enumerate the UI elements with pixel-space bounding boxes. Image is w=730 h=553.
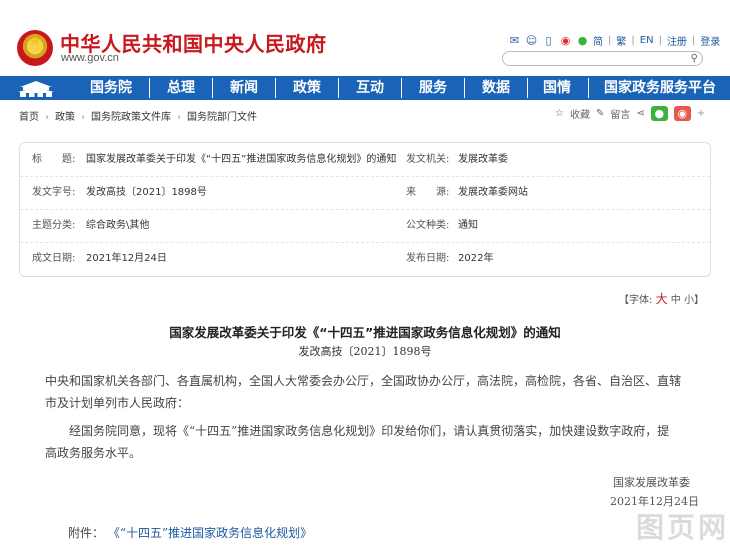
nav-item-policy[interactable]: 政策 <box>276 76 338 100</box>
attachment-line: 附件： 《“十四五”推进国家政务信息化规划》 <box>68 524 312 541</box>
link-english[interactable]: EN <box>640 35 654 46</box>
type-value: 通知 <box>458 220 478 231</box>
chevron-right-icon: › <box>81 112 85 123</box>
article-signer: 国家发展改革委 <box>613 476 690 489</box>
page-tools: ☆ 收藏 ✎ 留言 ⋖ ● ◉ + <box>555 106 705 121</box>
weibo-icon[interactable]: ◉ <box>559 35 572 46</box>
chevron-right-icon: › <box>177 112 181 123</box>
nav-item-state-council[interactable]: 国务院 <box>80 76 142 100</box>
nav-item-service-platform[interactable]: 国家政务服务平台 <box>592 76 728 100</box>
site-url: www.gov.cn <box>61 52 119 64</box>
star-icon[interactable]: ☆ <box>555 108 564 119</box>
nav-item-services[interactable]: 服务 <box>402 76 464 100</box>
nav-item-national-info[interactable]: 国情 <box>528 76 586 100</box>
article-doc-number: 发改高技〔2021〕1898号 <box>298 345 432 358</box>
info-row: 成文日期: 2021年12月24日 发布日期: 2022年 <box>20 242 710 275</box>
plus-icon[interactable]: + <box>697 108 705 119</box>
topic-value: 综合政务\其他 <box>86 220 150 231</box>
docno-label: 发文字号: <box>32 187 76 198</box>
paragraph-line: 经国务院同意，现将《“十四五”推进国家政务信息化规划》印发给你们，请认真贯彻落实… <box>45 424 670 438</box>
search-icon[interactable]: ⚲ <box>691 52 698 65</box>
link-register[interactable]: 注册 <box>667 33 687 48</box>
info-row: 主题分类: 综合政务\其他 公文种类: 通知 <box>20 209 710 243</box>
nav-item-premier[interactable]: 总理 <box>150 76 212 100</box>
link-login[interactable]: 登录 <box>700 33 720 48</box>
site-header: 中华人民共和国中央人民政府 www.gov.cn ✉ ☺ ▯ ◉ ● 简 | 繁… <box>0 0 730 76</box>
issuer-label: 发文机关: <box>406 154 450 165</box>
divider: | <box>631 35 635 46</box>
breadcrumb-policy-library[interactable]: 国务院政策文件库 <box>91 112 171 123</box>
paragraph-line: 高政务服务水平。 <box>45 446 142 460</box>
breadcrumb-department-docs[interactable]: 国务院部门文件 <box>187 112 257 123</box>
published-date-value: 2022年 <box>458 253 494 264</box>
document-info-table: 标 题: 国家发展改革委关于印发《“十四五”推进国家政务信息化规划》的通知 发文… <box>19 142 711 277</box>
nav-item-news[interactable]: 新闻 <box>213 76 275 100</box>
chevron-right-icon: › <box>45 112 49 123</box>
breadcrumb-home[interactable]: 首页 <box>19 112 39 123</box>
top-links: ✉ ☺ ▯ ◉ ● 简 | 繁 | EN | 注册 | 登录 <box>508 33 720 48</box>
title-value: 国家发展改革委关于印发《“十四五”推进国家政务信息化规划》的通知 <box>86 154 397 165</box>
collect-link[interactable]: 收藏 <box>570 106 590 121</box>
issuer-value: 发展改革委 <box>458 154 508 165</box>
article-paragraph-1: 中央和国家机关各部门、各直属机构，全国人大常委会办公厅，全国政协办公厅，高法院，… <box>45 370 695 414</box>
main-nav: 国务院 总理 新闻 政策 互动 服务 数据 国情 国家政务服务平台 <box>0 76 730 100</box>
paragraph-line: 中央和国家机关各部门、各直属机构，全国人大常委会办公厅，全国政协办公厅，高法院，… <box>45 374 682 388</box>
written-date-value: 2021年12月24日 <box>86 253 167 264</box>
nav-item-interaction[interactable]: 互动 <box>339 76 401 100</box>
docno-value: 发改高技〔2021〕1898号 <box>86 187 207 198</box>
topic-label: 主题分类: <box>32 220 76 231</box>
type-label: 公文种类: <box>406 220 450 231</box>
pencil-icon[interactable]: ✎ <box>596 108 604 119</box>
published-date-label: 发布日期: <box>406 253 450 264</box>
nav-item-data[interactable]: 数据 <box>465 76 527 100</box>
paragraph-line: 市及计划单列市人民政府： <box>45 396 190 410</box>
link-simplified[interactable]: 简 <box>593 33 603 48</box>
watermark: 图页网 <box>636 511 730 544</box>
info-row: 发文字号: 发改高技〔2021〕1898号 来 源: 发展改革委网站 <box>20 176 710 210</box>
title-label: 标 题: <box>32 154 76 165</box>
font-size-large[interactable]: 大 <box>656 292 668 306</box>
breadcrumb-policy[interactable]: 政策 <box>55 112 75 123</box>
search-input[interactable]: ⚲ <box>502 51 703 66</box>
mail-icon[interactable]: ✉ <box>508 35 521 46</box>
written-date-label: 成文日期: <box>32 253 76 264</box>
font-size-prefix: 【字体: <box>619 295 653 306</box>
font-size-control: 【字体: 大 中 小】 <box>619 290 704 307</box>
wechat-share-icon[interactable]: ● <box>650 106 668 121</box>
source-value: 发展改革委网站 <box>458 187 528 198</box>
info-row: 标 题: 国家发展改革委关于印发《“十四五”推进国家政务信息化规划》的通知 发文… <box>20 143 710 177</box>
article-title: 国家发展改革委关于印发《“十四五”推进国家政务信息化规划》的通知 <box>169 325 561 340</box>
divider: | <box>608 35 612 46</box>
source-label: 来 源: <box>406 187 450 198</box>
font-size-medium[interactable]: 中 <box>671 295 681 306</box>
national-emblem-icon[interactable] <box>17 30 53 66</box>
link-traditional[interactable]: 繁 <box>616 33 626 48</box>
comment-link[interactable]: 留言 <box>610 106 630 121</box>
weibo-share-icon[interactable]: ◉ <box>673 106 691 121</box>
divider: | <box>691 35 696 46</box>
person-icon[interactable]: ☺ <box>525 35 538 46</box>
divider: | <box>658 35 662 46</box>
attachment-label: 附件： <box>68 526 105 540</box>
article-paragraph-2: 经国务院同意，现将《“十四五”推进国家政务信息化规划》印发给你们，请认真贯彻落实… <box>45 420 695 464</box>
wechat-icon[interactable]: ● <box>576 35 589 46</box>
breadcrumb: 首页 › 政策 › 国务院政策文件库 › 国务院部门文件 <box>19 108 257 123</box>
share-icon[interactable]: ⋖ <box>636 108 644 119</box>
font-size-small[interactable]: 小】 <box>684 295 704 306</box>
tiananmen-logo-icon[interactable] <box>14 78 58 98</box>
mobile-icon[interactable]: ▯ <box>542 35 555 46</box>
attachment-link[interactable]: 《“十四五”推进国家政务信息化规划》 <box>108 526 312 540</box>
nav-divider <box>588 78 589 98</box>
